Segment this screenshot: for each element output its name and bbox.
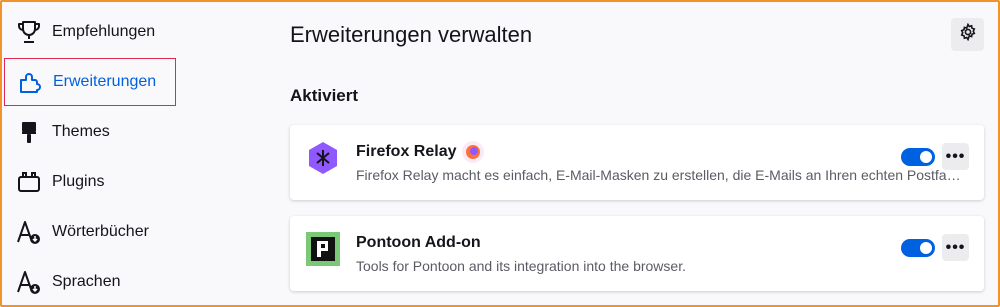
enable-toggle[interactable]	[901, 148, 935, 166]
addon-card-pontoon[interactable]: Pontoon Add-on Tools for Pontoon and its…	[290, 216, 984, 291]
trophy-icon	[14, 17, 44, 47]
page-title: Erweiterungen verwalten	[290, 22, 533, 47]
gear-icon	[959, 22, 977, 46]
addon-name[interactable]: Pontoon Add-on	[356, 234, 481, 252]
sidebar-item-label: Plugins	[52, 173, 105, 190]
addon-name[interactable]: Firefox Relay	[356, 143, 456, 161]
more-options-button[interactable]: •••	[942, 234, 969, 261]
sidebar-item-extensions[interactable]: Erweiterungen	[4, 58, 176, 106]
enable-toggle[interactable]	[901, 239, 935, 257]
plugin-icon	[14, 167, 44, 197]
pontoon-icon	[306, 232, 340, 266]
toggle-knob	[920, 151, 932, 163]
sidebar: Empfehlungen Erweiterungen Themes Plugin…	[2, 0, 180, 307]
firefox-relay-icon	[306, 141, 340, 175]
sidebar-item-label: Themes	[52, 123, 110, 140]
puzzle-icon	[15, 67, 45, 97]
sidebar-item-label: Sprachen	[52, 273, 121, 290]
more-icon: •••	[945, 238, 966, 256]
addon-description: Firefox Relay macht es einfach, E-Mail-M…	[356, 167, 966, 183]
toggle-knob	[920, 242, 932, 254]
settings-button[interactable]	[951, 18, 984, 51]
sidebar-item-dictionaries[interactable]: Wörterbücher	[4, 208, 176, 256]
sidebar-item-themes[interactable]: Themes	[4, 108, 176, 156]
more-icon: •••	[945, 147, 966, 165]
language-icon	[14, 267, 44, 297]
sidebar-item-label: Wörterbücher	[52, 223, 149, 240]
firefox-recommended-badge-icon[interactable]	[461, 140, 485, 164]
section-title-enabled: Aktiviert	[290, 86, 359, 105]
sidebar-item-languages[interactable]: Sprachen	[4, 258, 176, 306]
more-options-button[interactable]: •••	[942, 143, 969, 170]
paintbrush-icon	[14, 117, 44, 147]
sidebar-item-label: Empfehlungen	[52, 23, 156, 40]
addon-card-firefox-relay[interactable]: Firefox Relay Firefox Relay macht es ein…	[290, 125, 984, 200]
sidebar-item-plugins[interactable]: Plugins	[4, 158, 176, 206]
sidebar-item-recommendations[interactable]: Empfehlungen	[4, 8, 176, 56]
dictionary-icon	[14, 217, 44, 247]
addon-description: Tools for Pontoon and its integration in…	[356, 258, 686, 274]
sidebar-item-label: Erweiterungen	[53, 73, 157, 90]
